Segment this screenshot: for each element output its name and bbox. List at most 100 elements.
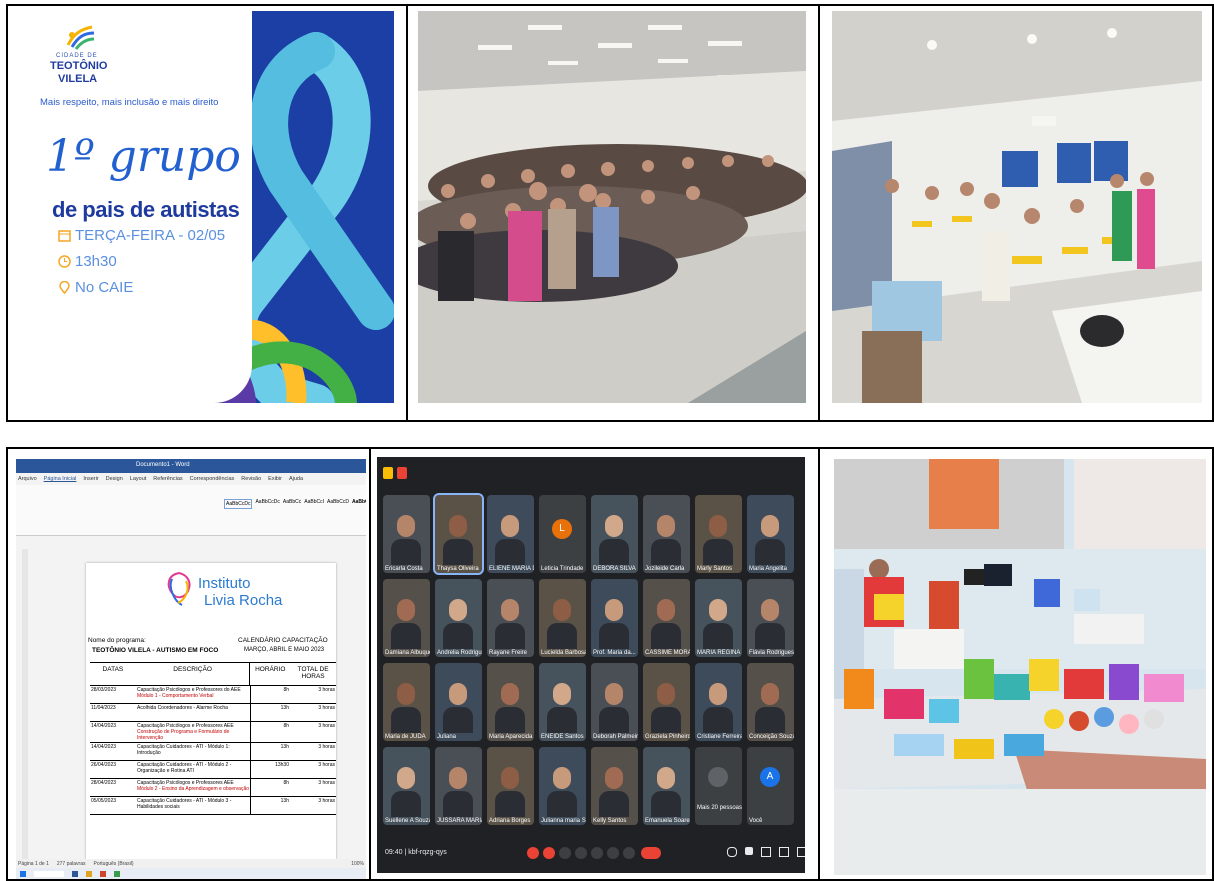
participant-tile[interactable]: Conceição Souza [747, 663, 794, 741]
participant-video [397, 515, 415, 537]
participant-tile[interactable]: Andrelia Rodrigues [435, 579, 482, 657]
status-language: Português (Brasil) [93, 860, 134, 867]
ribbon-tab[interactable]: Layout [130, 476, 147, 482]
participant-tile[interactable]: Jozileide Carla [643, 495, 690, 573]
participant-tile[interactable]: Kelly Santos [591, 747, 638, 825]
camera-button[interactable] [543, 847, 555, 859]
record-icon[interactable] [397, 467, 407, 479]
table-cell-date: 05/05/2023 [90, 797, 136, 814]
style-swatch[interactable]: AaBbCcDc [224, 499, 253, 509]
participant-tile[interactable]: Cristiane Ferreira [695, 663, 742, 741]
taskbar-app-icon[interactable] [114, 870, 120, 877]
participant-name: MARIA REGINA [697, 650, 741, 656]
table-cell-description: Capacitação Psicólogos e Professores do … [136, 686, 250, 703]
participant-name: Prof. Maria da... [593, 650, 636, 656]
table-cell-hours-text: 3 horas [318, 744, 335, 750]
activities-icon[interactable] [779, 847, 789, 857]
participant-tile[interactable]: JUSSARA MARIA [435, 747, 482, 825]
participant-video [397, 767, 415, 789]
participant-tile[interactable]: Ericarla Costa [383, 495, 430, 573]
styles-gallery: AaBbCcDc AaBbCcDc AaBbCc AaBbCcI AaBbCcD… [224, 499, 366, 509]
participant-video [547, 791, 577, 817]
start-icon[interactable] [20, 870, 26, 877]
meeting-code: 09:40 | kbf-rqzg-qys [385, 849, 447, 856]
present-button[interactable] [591, 847, 603, 859]
participant-video [755, 623, 785, 649]
chat-icon[interactable] [761, 847, 771, 857]
participant-video [709, 515, 727, 537]
participant-video [651, 707, 681, 733]
participant-tile[interactable]: Rayane Freire [487, 579, 534, 657]
table-cell-hours: 3 horas [290, 761, 336, 778]
captions-button[interactable] [559, 847, 571, 859]
participant-name: CASSIME MORAES [645, 650, 690, 656]
emoji-button[interactable] [575, 847, 587, 859]
more-options-button[interactable] [623, 847, 635, 859]
self-view-tile[interactable]: A Você [747, 747, 794, 825]
participant-tile[interactable]: Adriana Borges [487, 747, 534, 825]
style-swatch[interactable]: AaBbCc [283, 499, 301, 509]
more-participants-tile[interactable]: Mais 20 pessoas [695, 747, 742, 825]
participant-tile[interactable]: Lucielda Barbosa [539, 579, 586, 657]
participant-tile[interactable]: Prof. Maria da... [591, 579, 638, 657]
participant-video [599, 623, 629, 649]
participant-video [501, 767, 519, 789]
participant-video [397, 683, 415, 705]
participant-tile[interactable]: ENEIDE Santos [539, 663, 586, 741]
table-cell-date: 14/04/2023 [90, 743, 136, 760]
location-pin-icon [58, 280, 71, 295]
pointer-tool-icon[interactable] [383, 467, 393, 479]
style-swatch[interactable]: AaBbCcI [352, 499, 366, 509]
style-swatch[interactable]: AaBbCcDc [255, 499, 279, 509]
search-icon[interactable] [34, 870, 64, 877]
table-row: 11/04/2023 Acolhida Coordenadores - Alarm… [90, 704, 336, 722]
participant-tile[interactable]: MARIA REGINA [695, 579, 742, 657]
ribbon-tab[interactable]: Exibir [268, 476, 282, 482]
ribbon-tab[interactable]: Design [106, 476, 123, 482]
ribbon-tab[interactable]: Correspondências [190, 476, 235, 482]
end-call-button[interactable] [641, 847, 661, 859]
participant-tile[interactable]: Suellene A Souza [383, 747, 430, 825]
ribbon-tab[interactable]: Referências [153, 476, 182, 482]
participant-tile[interactable]: DEBORA SILVA [591, 495, 638, 573]
mic-button[interactable] [527, 847, 539, 859]
participant-tile[interactable]: Damiana Albuquerque [383, 579, 430, 657]
status-zoom[interactable]: 100% [351, 861, 364, 867]
taskbar-app-icon[interactable] [100, 870, 106, 877]
ribbon-tab[interactable]: Revisão [241, 476, 261, 482]
schedule-table: DATAS DESCRIÇÃO HORÁRIO TOTAL DE HORAS 2… [90, 662, 336, 815]
people-icon[interactable] [745, 847, 753, 855]
taskbar-app-icon[interactable] [86, 870, 92, 877]
participant-tile[interactable]: Thaysa Oliveira [433, 493, 484, 575]
participant-tile[interactable]: Graziela Pinheiro [643, 663, 690, 741]
participant-tile[interactable]: L Leticia Trindade [539, 495, 586, 573]
lock-icon[interactable] [797, 847, 805, 857]
participant-tile[interactable]: Maria Aparecida [487, 663, 534, 741]
ribbon-tab[interactable]: Página Inicial [44, 476, 77, 482]
participant-tile[interactable]: Flávia Rodrigues [747, 579, 794, 657]
participant-name: Você [749, 818, 763, 824]
taskbar-app-icon[interactable] [72, 870, 78, 877]
raise-hand-button[interactable] [607, 847, 619, 859]
participant-tile[interactable]: Juliana [435, 663, 482, 741]
ribbon-tab[interactable]: Ajuda [289, 476, 303, 482]
table-cell-time-text: 8h [283, 687, 289, 693]
participant-tile[interactable]: CASSIME MORAES [643, 579, 690, 657]
participant-tile[interactable]: Julianna maria Sant [539, 747, 586, 825]
table-cell-description: Capacitação Cuidadores - ATI - Módulo 2 … [136, 761, 250, 778]
info-icon[interactable] [727, 847, 737, 857]
style-swatch[interactable]: AaBbCcI [304, 499, 324, 509]
style-swatch[interactable]: AaBbCcD [327, 499, 349, 509]
participant-tile[interactable]: Maria Angelita [747, 495, 794, 573]
participant-tile[interactable]: Marly Santos [695, 495, 742, 573]
participant-tile[interactable]: Deborah Palmeira [591, 663, 638, 741]
word-title-bar [16, 459, 366, 473]
ribbon-tab[interactable]: Inserir [83, 476, 98, 482]
participant-video [703, 539, 733, 565]
participant-tile[interactable]: Emanuela Soares [643, 747, 690, 825]
ribbon-tab[interactable]: Arquivo [18, 476, 37, 482]
table-cell-subtitle: Módulo 1 - Comportamento Verbal [137, 693, 214, 699]
participant-tile[interactable]: ELIENE MARIA DE... [487, 495, 534, 573]
participant-tile[interactable]: Maria de JUDA [383, 663, 430, 741]
participant-video [449, 515, 467, 537]
